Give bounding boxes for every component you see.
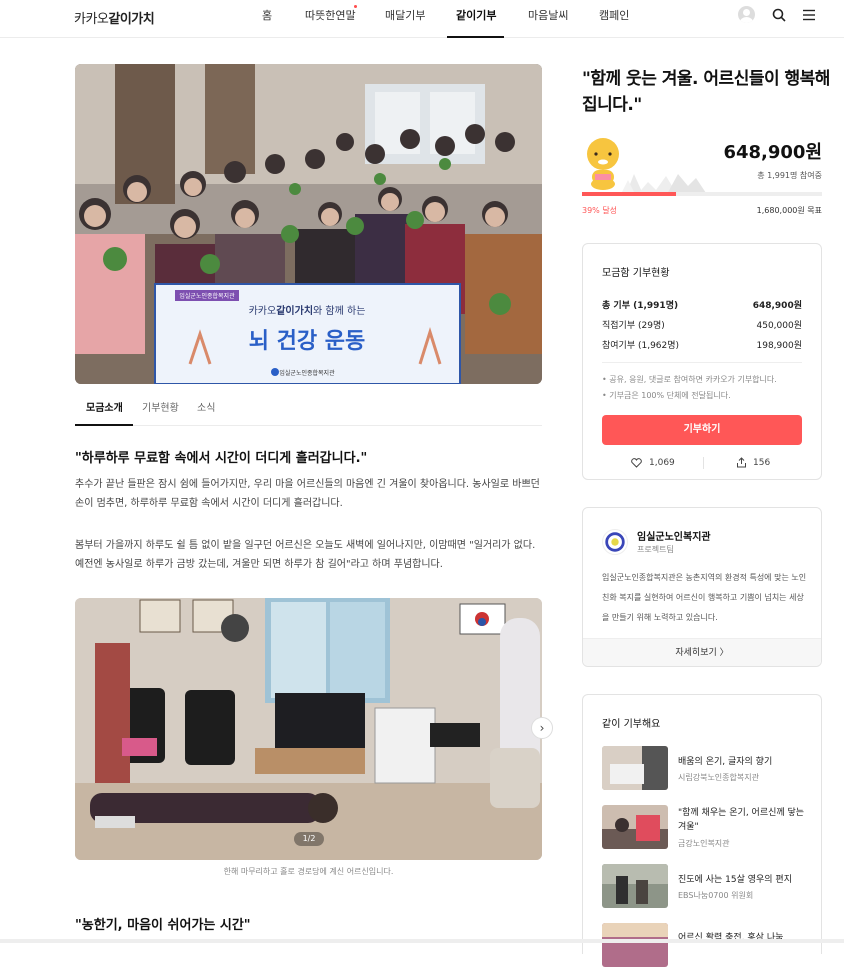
divider <box>602 362 802 363</box>
related-thumb-2[interactable] <box>602 805 668 849</box>
organization-card: 임실군노인복지관 프로젝트팀 임실군노인종합복지관은 농촌지역의 환경적 특성에… <box>582 507 822 667</box>
heart-icon[interactable] <box>631 458 642 468</box>
brand-prefix: 카카오 <box>74 12 109 27</box>
banner-org: 임실군노인종합복지관 <box>279 369 335 377</box>
carousel-pager: 1/2 <box>294 832 324 846</box>
donation-status-card: 모금함 기부현황 총 기부 (1,991명) 648,900원 직접기부 (29… <box>582 243 822 480</box>
top-navigation-bar: 카카오같이가치 홈 따뜻한연말 매달기부 같이기부 마음날씨 캠페인 <box>0 0 844 38</box>
related-item-title-2[interactable]: "함께 채우는 온기, 어르신께 닿는 겨울" <box>678 806 808 834</box>
related-thumb-1[interactable] <box>602 746 668 790</box>
nav-item-together[interactable]: 같이기부 <box>456 7 496 23</box>
organization-description: 임실군노인종합복지관은 농촌지역의 환경적 특성에 맞는 노인 친화 복지를 실… <box>602 573 807 622</box>
nav-active-indicator <box>447 36 504 38</box>
status-row-total-label: 총 기부 (1,991명) <box>602 301 679 311</box>
related-title: 같이 기부해요 <box>602 719 661 730</box>
organization-type: 프로젝트팀 <box>637 545 674 554</box>
status-note-1: • 공유, 응원, 댓글로 참여하면 카카오가 기부합니다. <box>602 375 777 384</box>
story-photo-carousel <box>75 598 542 860</box>
carousel-next-button[interactable]: › <box>531 717 553 739</box>
menu-icon[interactable] <box>802 8 816 22</box>
status-row-direct-value: 450,000원 <box>756 321 803 331</box>
progress-fill <box>582 192 676 196</box>
status-note-2: • 기부금은 100% 단체에 전달됩니다. <box>602 391 731 400</box>
related-item-org-2: 금강노인복지관 <box>678 839 730 848</box>
brand-name: 같이가치 <box>108 12 155 27</box>
status-row-total-value: 648,900원 <box>752 301 802 311</box>
banner-top-label: 임실군노인종합복지관 <box>179 292 235 300</box>
story-paragraph-2: 봄부터 가을까지 하루도 쉴 틈 없이 밭을 일구던 어르신은 오늘도 새벽에 … <box>75 540 536 570</box>
nav-item-monthly[interactable]: 매달기부 <box>385 7 425 23</box>
story-heading: "하루하루 무료함 속에서 시간이 더디게 흘러갑니다." <box>75 451 368 466</box>
story-paragraph-1: 추수가 끝난 들판은 잠시 쉼에 들어가지만, 우리 마을 어르신들의 마음엔 … <box>75 479 540 509</box>
banner-headline: 뇌 건강 운동 <box>249 329 366 354</box>
status-row-participation-value: 198,900원 <box>756 341 803 351</box>
nav-item-campaign[interactable]: 캠페인 <box>599 7 629 23</box>
organization-logo-icon[interactable] <box>602 529 628 555</box>
brand-logo[interactable]: 카카오같이가치 <box>74 8 155 27</box>
campaign-hero-photo: 임실군노인종합복지관 카카오같이가치와 함께 하는 뇌 건강 운동 임실군노인종… <box>75 64 542 384</box>
bottom-divider <box>0 939 844 943</box>
nav-item-home[interactable]: 홈 <box>262 7 272 23</box>
related-thumb-4[interactable] <box>602 923 668 967</box>
progress-percent: 39% 달성 <box>582 206 618 215</box>
nav-item-warm-yearend[interactable]: 따뜻한연말 <box>305 7 356 23</box>
banner-line1: 카카오같이가치와 함께 하는 <box>249 304 366 317</box>
user-avatar-icon[interactable] <box>738 6 755 23</box>
nav-item-mind-weather[interactable]: 마음날씨 <box>528 7 568 23</box>
related-item-title-3[interactable]: 진도에 사는 15살 영우의 편지 <box>678 873 808 887</box>
stat-divider <box>703 457 704 469</box>
like-count[interactable]: 1,069 <box>649 458 675 468</box>
status-row-participation-label: 참여기부 (1,962명) <box>602 341 680 351</box>
tab-active-indicator <box>75 424 133 426</box>
related-item-org-1: 시립강북노인종합복지관 <box>678 773 759 782</box>
tab-intro[interactable]: 모금소개 <box>86 399 123 414</box>
new-badge-dot <box>354 5 357 8</box>
participant-count: 총 1,991명 참여중 <box>757 171 822 180</box>
status-row-direct-label: 직접기부 (29명) <box>602 321 665 331</box>
campaign-title: "함께 웃는 겨울. 어르신들이 행복해집니다." <box>582 69 830 115</box>
organization-name[interactable]: 임실군노인복지관 <box>637 528 711 543</box>
content-tabs: 모금소개 기부현황 소식 <box>75 388 542 426</box>
search-icon[interactable] <box>772 8 786 22</box>
raised-amount: 648,900원 <box>723 142 822 163</box>
donate-button[interactable]: 기부하기 <box>602 415 802 445</box>
share-count[interactable]: 156 <box>753 458 770 468</box>
photo-caption: 한해 마무리하고 홀로 경로당에 계신 어르신입니다. <box>223 867 394 876</box>
related-campaigns-card: 같이 기부해요 배움의 온기, 글자의 향기 시립강북노인종합복지관 "함께 채… <box>582 694 822 967</box>
related-item-org-3: EBS나눔0700 위원회 <box>678 891 754 900</box>
organization-more-button[interactable]: 자세히보기 〉 <box>583 638 821 666</box>
status-card-title: 모금함 기부현황 <box>602 268 670 279</box>
related-item-title-1[interactable]: 배움의 온기, 글자의 향기 <box>678 755 808 769</box>
share-icon[interactable] <box>736 457 747 468</box>
related-thumb-3[interactable] <box>602 864 668 908</box>
goal-amount: 1,680,000원 목표 <box>756 206 822 215</box>
tab-news[interactable]: 소식 <box>197 399 215 414</box>
tab-donation-status[interactable]: 기부현황 <box>142 399 179 414</box>
progress-bar <box>582 192 822 196</box>
ryan-character-icon <box>587 138 642 192</box>
story-heading-2: "농한기, 마음이 쉬어가는 시간" <box>75 918 251 933</box>
